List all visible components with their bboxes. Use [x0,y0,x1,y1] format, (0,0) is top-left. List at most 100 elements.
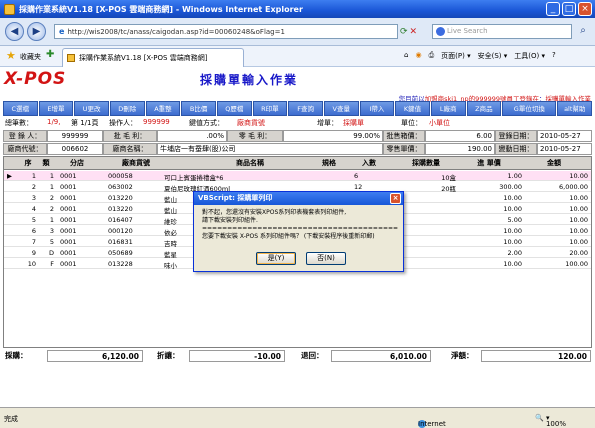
cell-price[interactable]: 10.00 [462,238,522,246]
cell-qty[interactable]: 6 [354,172,386,180]
fkey-unit-switch[interactable]: G單位切換 [502,101,557,116]
col-spec[interactable]: 規格 [314,158,344,168]
cell-cls[interactable]: 1 [38,183,54,191]
search-input[interactable]: Live Search [432,24,572,39]
col-pack-qty[interactable]: 入數 [354,158,384,168]
cell-amount[interactable]: 10.00 [524,238,588,246]
cell-seq[interactable]: 5 [20,216,36,224]
cell-seq[interactable]: 2 [20,183,36,191]
cell-cls[interactable]: 5 [38,238,54,246]
col-unit-price[interactable]: 進 單價 [464,158,514,168]
col-product-name[interactable]: 商品名稱 [220,158,280,168]
vendor-code-field[interactable]: 006602 [47,143,103,155]
cell-code[interactable]: 050689 [108,249,164,257]
cell-code[interactable]: 000058 [108,172,164,180]
cell-price[interactable]: 10.00 [462,227,522,235]
feeds-icon[interactable]: ◉ [415,51,421,61]
fkey-check-quantity[interactable]: V查量 [323,101,359,116]
yes-button[interactable]: 是(Y) [256,252,296,265]
cell-store[interactable]: 0001 [60,238,94,246]
fkey-help[interactable]: alt幫助 [557,101,593,116]
minimize-button[interactable]: _ [546,2,560,16]
cell-code[interactable]: 013220 [108,205,164,213]
cell-order[interactable]: 20瓶 [396,183,456,193]
fkey-reorganize[interactable]: A重整 [145,101,181,116]
fkey-vendor[interactable]: L廠商 [430,101,466,116]
col-class[interactable]: 類 [38,158,54,168]
cell-store[interactable]: 0001 [60,172,94,180]
no-button[interactable]: 否(N) [306,252,346,265]
cell-seq[interactable]: 6 [20,227,36,235]
page-menu[interactable]: 页面(P) ▾ [441,51,470,61]
cell-store[interactable]: 0001 [60,194,94,202]
fkey-history[interactable]: Q歷檔 [216,101,252,116]
cell-cls[interactable]: D [38,249,54,257]
cell-cls[interactable]: 2 [38,205,54,213]
safety-menu[interactable]: 安全(S) ▾ [478,51,508,61]
home-icon[interactable]: ⌂ [404,51,408,61]
browser-tab[interactable]: 採購作業系統V1.18 [X-POS 雲端商務網] [62,48,244,67]
table-row[interactable]: ▶ 1 1 0001 000058 可口上賓蛋捲禮盒*6 6 10盒 1.00 10.00 [4,171,591,182]
col-store[interactable]: 分店 [60,158,94,168]
dialog-close-button[interactable]: × [390,193,401,204]
fkey-print[interactable]: R印單 [252,101,288,116]
add-favorite-icon[interactable]: ✚ [46,49,54,60]
vendor-name-field[interactable]: 牛埔店一有蚕肆(股)公司 [157,143,383,155]
cell-code[interactable]: 000120 [108,227,164,235]
refresh-icon[interactable]: ⟳ [400,27,408,37]
entry-date-field[interactable]: 2010-05-27 [537,130,592,142]
cell-seq[interactable]: 1 [20,172,36,180]
fkey-update[interactable]: U更改 [74,101,109,116]
cell-code[interactable]: 063002 [108,183,164,191]
cell-store[interactable]: 0001 [60,227,94,235]
cell-price[interactable]: 300.00 [462,183,522,191]
cell-amount[interactable]: 10.00 [524,194,588,202]
cell-price[interactable]: 10.00 [462,194,522,202]
retail-margin-field[interactable]: 99.00% [283,130,383,142]
favorites-star-icon[interactable]: ★ [6,49,16,62]
fkey-delete[interactable]: D刪除 [109,101,145,116]
maximize-button[interactable]: □ [562,2,576,16]
cell-store[interactable]: 0001 [60,260,94,268]
cell-code[interactable]: 016407 [108,216,164,224]
cell-qty[interactable]: 12 [354,183,386,191]
cell-seq[interactable]: 4 [20,205,36,213]
col-seq[interactable]: 序 [20,158,36,168]
col-amount[interactable]: 金額 [529,158,579,168]
cell-cls[interactable]: 1 [38,172,54,180]
fkey-product[interactable]: Z商品 [466,101,502,116]
cell-amount[interactable]: 10.00 [524,205,588,213]
fkey-compare-price[interactable]: B比價 [181,101,216,116]
fkey-import[interactable]: I帶入 [359,101,395,116]
cell-store[interactable]: 0001 [60,216,94,224]
address-input[interactable]: e http://wis2008/tc/anass/caigodan.asp?i… [54,24,398,39]
cell-amount[interactable]: 20.00 [524,249,588,257]
cell-seq[interactable]: 3 [20,194,36,202]
cell-price[interactable]: 5.00 [462,216,522,224]
cell-seq[interactable]: 7 [20,238,36,246]
cell-cls[interactable]: 3 [38,227,54,235]
cell-amount[interactable]: 10.00 [524,227,588,235]
print-icon[interactable]: ⎙ [429,51,435,61]
cell-amount[interactable]: 10.00 [524,172,588,180]
fkey-add-order[interactable]: E增單 [38,101,74,116]
col-order-qty[interactable]: 採購數量 [396,158,456,168]
close-window-button[interactable]: × [578,2,592,16]
fkey-key-value[interactable]: K鍵值 [395,101,430,116]
help-icon[interactable]: ? [552,51,556,61]
wholesale-margin-field[interactable]: .00% [157,130,227,142]
favorites-label[interactable]: 收藏夹 [20,52,41,62]
cell-cls[interactable]: 2 [38,194,54,202]
cell-store[interactable]: 0001 [60,205,94,213]
cell-price[interactable]: 2.00 [462,249,522,257]
cell-price[interactable]: 10.00 [462,260,522,268]
cell-price[interactable]: 10.00 [462,205,522,213]
cell-seq[interactable]: 10 [20,260,36,268]
change-date-field[interactable]: 2010-05-27 [537,143,592,155]
cell-price[interactable]: 1.00 [462,172,522,180]
forward-button[interactable]: ▶ [27,22,46,41]
cell-code[interactable]: 013228 [108,260,164,268]
cell-store[interactable]: 0001 [60,183,94,191]
stop-icon[interactable]: ✕ [410,27,418,37]
cell-seq[interactable]: 9 [20,249,36,257]
